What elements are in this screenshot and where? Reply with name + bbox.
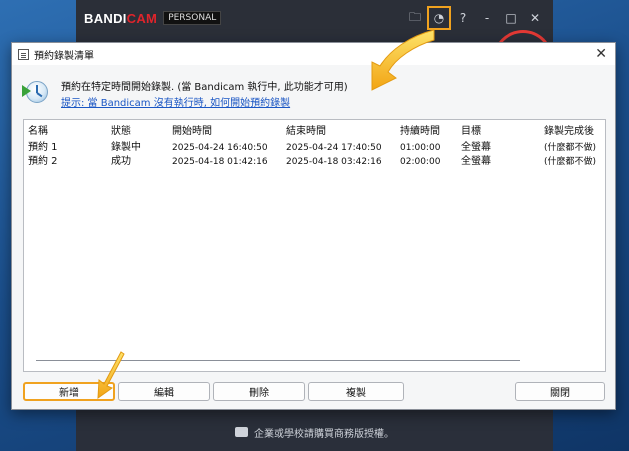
- schedule-list-dialog: 預約錄製清單 ✕ 預約在特定時間開始錄製. (當 Bandicam 執行中, 此…: [11, 42, 616, 410]
- column-header-end-time[interactable]: 結束時間: [286, 125, 326, 139]
- bandicam-logo: BANDICAM: [84, 10, 158, 26]
- add-button[interactable]: 新增: [23, 382, 115, 401]
- delete-button[interactable]: 刪除: [213, 382, 305, 401]
- titlebar-tools: 🗀 ◔ ? - □ ✕: [403, 6, 547, 30]
- close-icon[interactable]: ✕: [523, 6, 547, 30]
- cell-start-time: 2025-04-18 01:42:16: [172, 157, 268, 167]
- close-button[interactable]: 關閉: [515, 382, 605, 401]
- cell-name: 預約 1: [28, 142, 58, 153]
- edit-button[interactable]: 編輯: [118, 382, 210, 401]
- cell-name: 預約 2: [28, 156, 58, 167]
- dialog-close-icon[interactable]: ✕: [595, 46, 607, 62]
- chat-icon: [235, 427, 248, 437]
- column-header-start-time[interactable]: 開始時間: [172, 125, 212, 139]
- cell-status: 成功: [111, 156, 131, 167]
- column-header-duration[interactable]: 持續時間: [400, 125, 440, 139]
- column-header-status[interactable]: 狀態: [111, 125, 131, 139]
- restore-icon[interactable]: □: [499, 6, 523, 30]
- copy-button[interactable]: 複製: [308, 382, 404, 401]
- edition-badge: PERSONAL: [163, 11, 222, 25]
- table-row[interactable]: 預約 1 錄製中 2025-04-24 16:40:50 2025-04-24 …: [24, 141, 605, 155]
- minimize-icon[interactable]: -: [475, 6, 499, 30]
- table-row[interactable]: 預約 2 成功 2025-04-18 01:42:16 2025-04-18 0…: [24, 155, 605, 169]
- cell-duration: 01:00:00: [400, 143, 441, 153]
- horizontal-scrollbar[interactable]: [36, 360, 520, 362]
- cell-status: 錄製中: [111, 142, 141, 153]
- folder-icon[interactable]: 🗀: [403, 6, 427, 30]
- bandicam-titlebar: BANDICAM PERSONAL 🗀 ◔ ? - □ ✕: [76, 0, 553, 36]
- help-link[interactable]: 提示: 當 Bandicam 沒有執行時, 如何開始預約錄製: [61, 94, 290, 109]
- list-icon: [18, 48, 29, 60]
- help-icon[interactable]: ?: [451, 6, 475, 30]
- column-header-target[interactable]: 目標: [461, 125, 481, 139]
- info-text: 預約在特定時間開始錄製. (當 Bandicam 執行中, 此功能才可用): [61, 82, 348, 93]
- schedule-icon[interactable]: ◔: [427, 6, 451, 30]
- cell-after-recording: (什麼都不做): [544, 157, 597, 167]
- license-notice[interactable]: 企業或學校請購買商務版授權。: [254, 425, 394, 440]
- cell-after-recording: (什麼都不做): [544, 143, 597, 153]
- schedule-list[interactable]: 名稱 狀態 開始時間 結束時間 持續時間 目標 錄製完成後 預約 1 錄製中 2…: [23, 119, 606, 372]
- cell-target: 全螢幕: [461, 142, 491, 153]
- column-header-after-recording[interactable]: 錄製完成後: [544, 125, 594, 139]
- cell-target: 全螢幕: [461, 156, 491, 167]
- column-header-name[interactable]: 名稱: [28, 125, 48, 139]
- cell-start-time: 2025-04-24 16:40:50: [172, 143, 268, 153]
- cell-end-time: 2025-04-18 03:42:16: [286, 157, 382, 167]
- green-arrow-icon: [22, 85, 31, 97]
- dialog-titlebar: 預約錄製清單 ✕: [12, 43, 615, 65]
- dialog-title: 預約錄製清單: [34, 50, 94, 62]
- cell-end-time: 2025-04-24 17:40:50: [286, 143, 382, 153]
- bandicam-footer: 企業或學校請購買商務版授權。: [76, 413, 553, 451]
- cell-duration: 02:00:00: [400, 157, 441, 167]
- list-header: 名稱 狀態 開始時間 結束時間 持續時間 目標 錄製完成後: [24, 125, 605, 139]
